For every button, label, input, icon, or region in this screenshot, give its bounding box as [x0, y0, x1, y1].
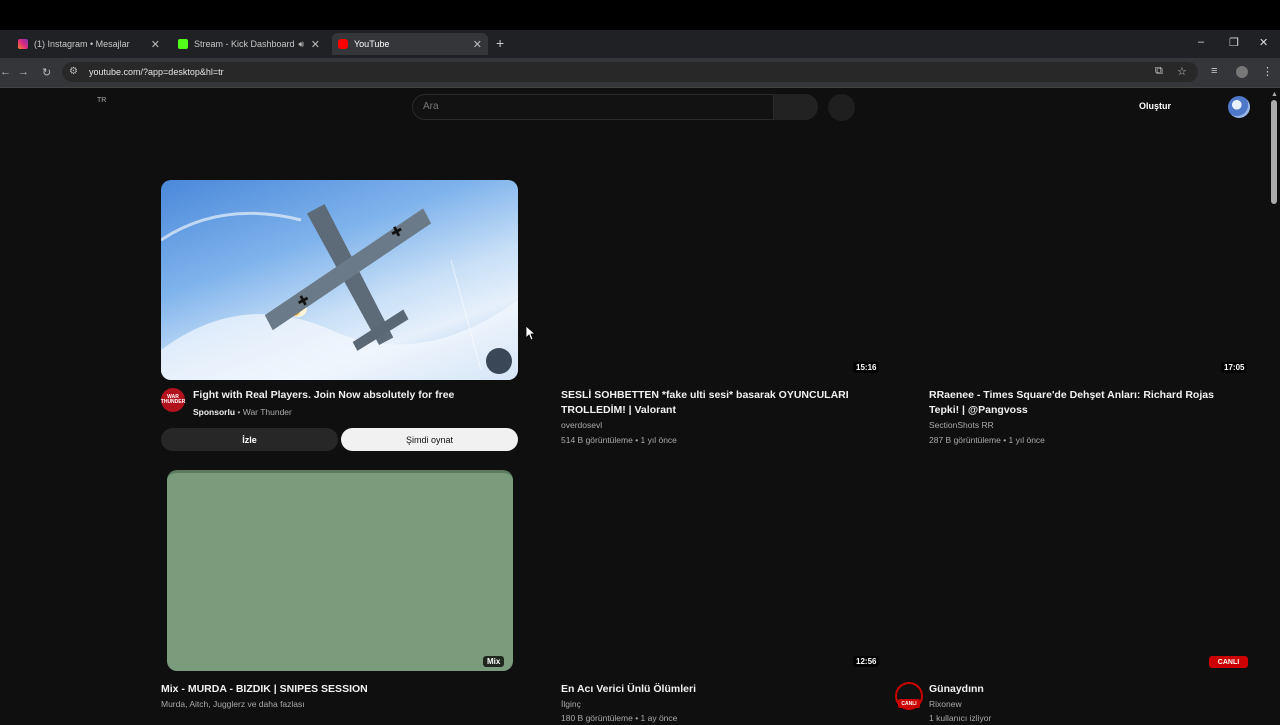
create-button[interactable]: Oluştur	[1139, 101, 1171, 111]
mouse-cursor-icon	[526, 326, 536, 341]
tab-title: YouTube	[354, 39, 390, 49]
ad-title[interactable]: Fight with Real Players. Join Now absolu…	[193, 388, 513, 403]
video-stats: 287 B görüntüleme • 1 yıl önce	[929, 435, 1045, 445]
video-duration: 15:16	[853, 362, 880, 373]
channel-name[interactable]: Rixonew	[929, 697, 962, 711]
video-title[interactable]: Mix - MURDA - BIZDIK | SNIPES SESSION	[161, 682, 511, 697]
video-duration: 12:56	[853, 656, 880, 667]
video-title[interactable]: RRaenee - Times Square'de Dehşet Anları:…	[929, 388, 1239, 418]
media-controls-icon[interactable]: ≡	[1211, 65, 1217, 77]
tab-close-icon[interactable]: ✕	[311, 38, 320, 51]
forward-button[interactable]: →	[18, 66, 29, 78]
tab-close-icon[interactable]: ✕	[151, 38, 160, 51]
tab-kick[interactable]: Stream - Kick Dashboard 🔊︎ ✕	[172, 33, 326, 55]
account-avatar[interactable]	[1228, 96, 1250, 118]
scroll-up-arrow-icon[interactable]: ▲	[1271, 91, 1278, 98]
video-stats: 1 kullanıcı izliyor	[929, 713, 992, 723]
watch-button[interactable]: İzle	[161, 428, 338, 451]
ad-meta: Sponsorlu • War Thunder	[193, 405, 292, 419]
bookmark-star-icon[interactable]: ☆	[1177, 65, 1187, 78]
tab-youtube[interactable]: YouTube ✕	[332, 33, 488, 55]
channel-name[interactable]: overdosevl	[561, 418, 602, 432]
advertiser-name[interactable]: War Thunder	[243, 407, 292, 417]
voice-search-button[interactable]	[828, 94, 855, 121]
mix-badge: Mix	[483, 656, 505, 667]
search-input[interactable]	[412, 94, 774, 120]
channel-name[interactable]: Murda, Aitch, Jugglerz ve daha fazlası	[161, 697, 305, 711]
reload-button[interactable]: ↻	[42, 66, 51, 79]
channel-name[interactable]: SectionShots RR	[929, 418, 994, 432]
window-close-button[interactable]: ✕	[1259, 36, 1268, 49]
mix-thumbnail[interactable]	[167, 470, 513, 671]
play-now-button[interactable]: Şimdi oynat	[341, 428, 518, 451]
browser-menu-icon[interactable]: ⋮	[1262, 65, 1273, 78]
youtube-icon	[338, 39, 348, 49]
speaker-icon[interactable]: 🔊︎	[298, 39, 304, 50]
fighter-plane-illustration: ✚ ✚	[161, 204, 518, 380]
install-app-icon[interactable]: ⧉	[1155, 65, 1163, 78]
tab-close-icon[interactable]: ✕	[473, 38, 482, 51]
site-settings-icon[interactable]: ⚙︎	[69, 66, 78, 77]
war-thunder-logo[interactable]: WAR THUNDER	[161, 388, 185, 412]
tab-title: (1) Instagram • Mesajlar	[34, 39, 130, 49]
ad-thumbnail[interactable]: ✚ ✚	[161, 180, 518, 380]
avatar-live-tag: CANLI	[898, 699, 920, 708]
video-title[interactable]: SESLİ SOHBETTEN *fake ulti sesi* basarak…	[561, 388, 851, 418]
meta-separator: •	[235, 407, 243, 417]
country-code: TR	[97, 97, 107, 104]
video-stats: 180 B görüntüleme • 1 ay önce	[561, 713, 678, 723]
video-duration: 17:05	[1221, 362, 1248, 373]
url-text[interactable]: youtube.com/?app=desktop&hl=tr	[89, 67, 224, 77]
search-placeholder: Ara	[423, 101, 439, 112]
tab-instagram[interactable]: (1) Instagram • Mesajlar ✕	[12, 33, 166, 55]
new-tab-button[interactable]: +	[496, 35, 504, 51]
sponsored-label: Sponsorlu	[193, 407, 236, 417]
back-button[interactable]: ←	[0, 66, 11, 78]
profile-avatar[interactable]	[1236, 66, 1248, 78]
tab-title: Stream - Kick Dashboard	[194, 39, 295, 49]
search-button[interactable]	[774, 94, 818, 120]
os-top-bar	[0, 0, 1280, 30]
live-badge: CANLI	[1209, 656, 1248, 668]
minimize-button[interactable]: –	[1198, 36, 1204, 48]
video-title[interactable]: Günaydınn	[929, 682, 1229, 697]
scrollbar-thumb[interactable]	[1271, 100, 1277, 204]
restore-button[interactable]: ❐	[1229, 36, 1239, 49]
kick-icon	[178, 39, 188, 49]
address-input[interactable]	[62, 62, 1198, 82]
video-title[interactable]: En Acı Verici Ünlü Ölümleri	[561, 682, 851, 697]
video-stats: 514 B görüntüleme • 1 yıl önce	[561, 435, 677, 445]
instagram-icon	[18, 39, 28, 49]
channel-name[interactable]: İlginç	[561, 697, 581, 711]
ad-overlay-button[interactable]	[486, 348, 512, 374]
